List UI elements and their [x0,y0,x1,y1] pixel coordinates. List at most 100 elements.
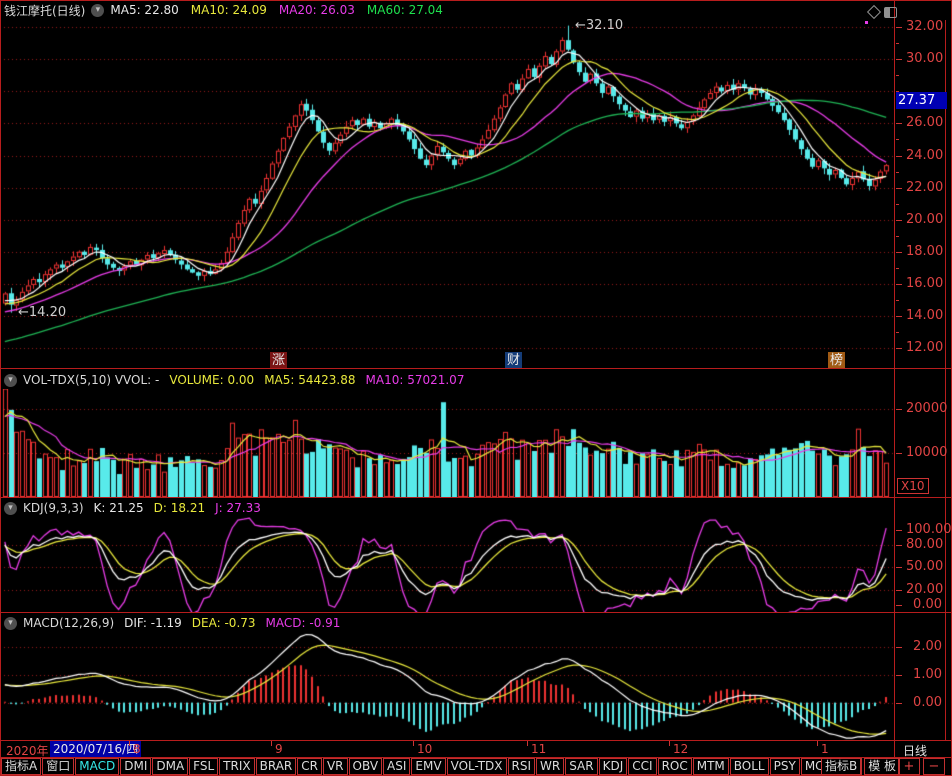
indicator-button-dmi[interactable]: DMI [120,758,151,775]
indicator-button-asi[interactable]: ASI [383,758,410,775]
stock-chart-app: 钱江摩托(日线) MA5: 22.80MA10: 24.09MA20: 26.0… [0,0,952,776]
indicator-button-sar[interactable]: SAR [565,758,597,775]
indicator-value-label: MA5: 22.80 [110,3,178,17]
date-axis-row[interactable]: 2020年 2020/07/16/四 891011121 [0,741,894,757]
kdj-chart-canvas[interactable] [0,517,894,612]
axis-tick [896,703,902,704]
toolbar-button-指标B[interactable]: 指标B [821,758,861,775]
month-label: 9 [275,742,283,756]
indicator-button-指标a[interactable]: 指标A [1,758,41,775]
month-label: 8 [133,742,141,756]
chevron-down-icon[interactable] [4,502,17,515]
indicator-button-brar[interactable]: BRAR [256,758,297,775]
indicator-value-label: MA10: 57021.07 [366,373,465,387]
main-chart-header: 钱江摩托(日线) MA5: 22.80MA10: 24.09MA20: 26.0… [0,0,443,20]
indicator-button-macd[interactable]: MACD [75,758,119,775]
indicator-button-cr[interactable]: CR [297,758,322,775]
month-tick [669,741,670,746]
indicator-button-trix[interactable]: TRIX [219,758,254,775]
volume-chart-canvas[interactable] [0,389,894,497]
selected-date-box[interactable]: 2020/07/16/四 [50,741,141,757]
year-label: 2020年 [6,742,49,759]
axis-tick-label: 2.00 [906,639,942,654]
axis-tick [896,590,902,591]
axis-minor-tick [896,332,899,333]
indicator-value-label: MA20: 26.03 [279,3,355,17]
axis-minor-tick [896,139,899,140]
axis-tick-label: 80.00 [906,537,942,552]
indicator-button-mtm[interactable]: MTM [693,758,729,775]
indicator-value-label: KDJ(9,3,3) [23,501,84,515]
axis-minor-tick [896,59,899,60]
axis-minor-tick [896,220,899,221]
axis-tick [896,675,902,676]
macd-chart-canvas[interactable] [0,632,894,740]
axis-minor-tick [896,188,899,189]
month-tick [527,741,528,746]
indicator-value-label: D: 18.21 [154,501,205,515]
watermark-char: 榜 [828,352,845,369]
axis-tick-label: 20.00 [906,212,942,227]
zoom-in-button[interactable]: + [898,758,920,775]
axis-minor-tick [896,316,899,317]
indicator-value-label: VOLUME: 0.00 [169,373,254,387]
indicator-button-emv[interactable]: EMV [411,758,445,775]
pane-divider [0,368,952,369]
axis-minor-tick [896,43,899,44]
indicator-value-label: MA60: 27.04 [367,3,443,17]
indicator-value-label: J: 27.33 [215,501,261,515]
indicator-button-vol-tdx[interactable]: VOL-TDX [447,758,507,775]
main-chart-canvas[interactable] [0,20,894,368]
month-tick [271,741,272,746]
axis-tick-label: 20000 [906,401,942,416]
axis-divider [894,0,895,776]
indicator-button-vr[interactable]: VR [323,758,348,775]
indicator-value-label: K: 21.25 [94,501,144,515]
watermark-char: 财 [505,352,522,369]
indicator-value-label: MACD(12,26,9) [23,616,114,630]
indicator-button-roc[interactable]: ROC [658,758,692,775]
chevron-down-icon[interactable] [91,4,104,17]
indicator-button-rsi[interactable]: RSI [508,758,536,775]
indicator-button-psy[interactable]: PSY [770,758,800,775]
zoom-out-button[interactable]: − [923,758,945,775]
axis-tick-label: 0.00 [906,597,942,612]
toolbar-button-模板[interactable]: 模 板 [864,758,900,775]
axis-minor-tick [896,204,899,205]
axis-minor-tick [896,172,899,173]
axis-tick [896,647,902,648]
indicator-value-label: MA10: 24.09 [191,3,267,17]
axis-tick-label: 24.00 [906,148,942,163]
indicator-button-boll[interactable]: BOLL [730,758,769,775]
axis-minor-tick [896,156,899,157]
axis-minor-tick [896,284,899,285]
indicator-button-cci[interactable]: CCI [628,758,656,775]
indicator-button-kdj[interactable]: KDJ [599,758,628,775]
axis-minor-tick [896,268,899,269]
volume-value-labels: VOL-TDX(5,10) VVOL: -VOLUME: 0.00MA5: 54… [23,373,464,387]
indicator-value-label: DIF: -1.19 [124,616,182,630]
axis-tick-label: 18.00 [906,244,942,259]
price-annotation: ←32.10 [575,18,623,33]
split-window-icon[interactable] [884,7,897,18]
indicator-button-obv[interactable]: OBV [349,758,383,775]
marker-dot [865,21,868,24]
axis-tick-label: 12.00 [906,340,942,355]
indicator-button-fsl[interactable]: FSL [189,758,218,775]
axis-tick [896,409,902,410]
month-label: 12 [673,742,688,756]
indicator-button-窗口[interactable]: 窗口 [42,758,74,775]
month-tick [413,741,414,746]
diamond-tool-icon[interactable] [867,5,881,19]
indicator-value-label: MA5: 54423.88 [264,373,355,387]
indicator-value-label: DEA: -0.73 [192,616,256,630]
chevron-down-icon[interactable] [4,374,17,387]
indicator-button-wr[interactable]: WR [536,758,564,775]
period-label[interactable]: 日线 [903,742,927,759]
axis-tick-label: 22.00 [906,180,942,195]
kdj-value-labels: KDJ(9,3,3) K: 21.25 D: 18.21 J: 27.33 [23,501,261,515]
indicator-button-dma[interactable]: DMA [152,758,188,775]
axis-minor-tick [896,348,899,349]
chevron-down-icon[interactable] [4,617,17,630]
indicator-value-label: MACD: -0.91 [266,616,341,630]
